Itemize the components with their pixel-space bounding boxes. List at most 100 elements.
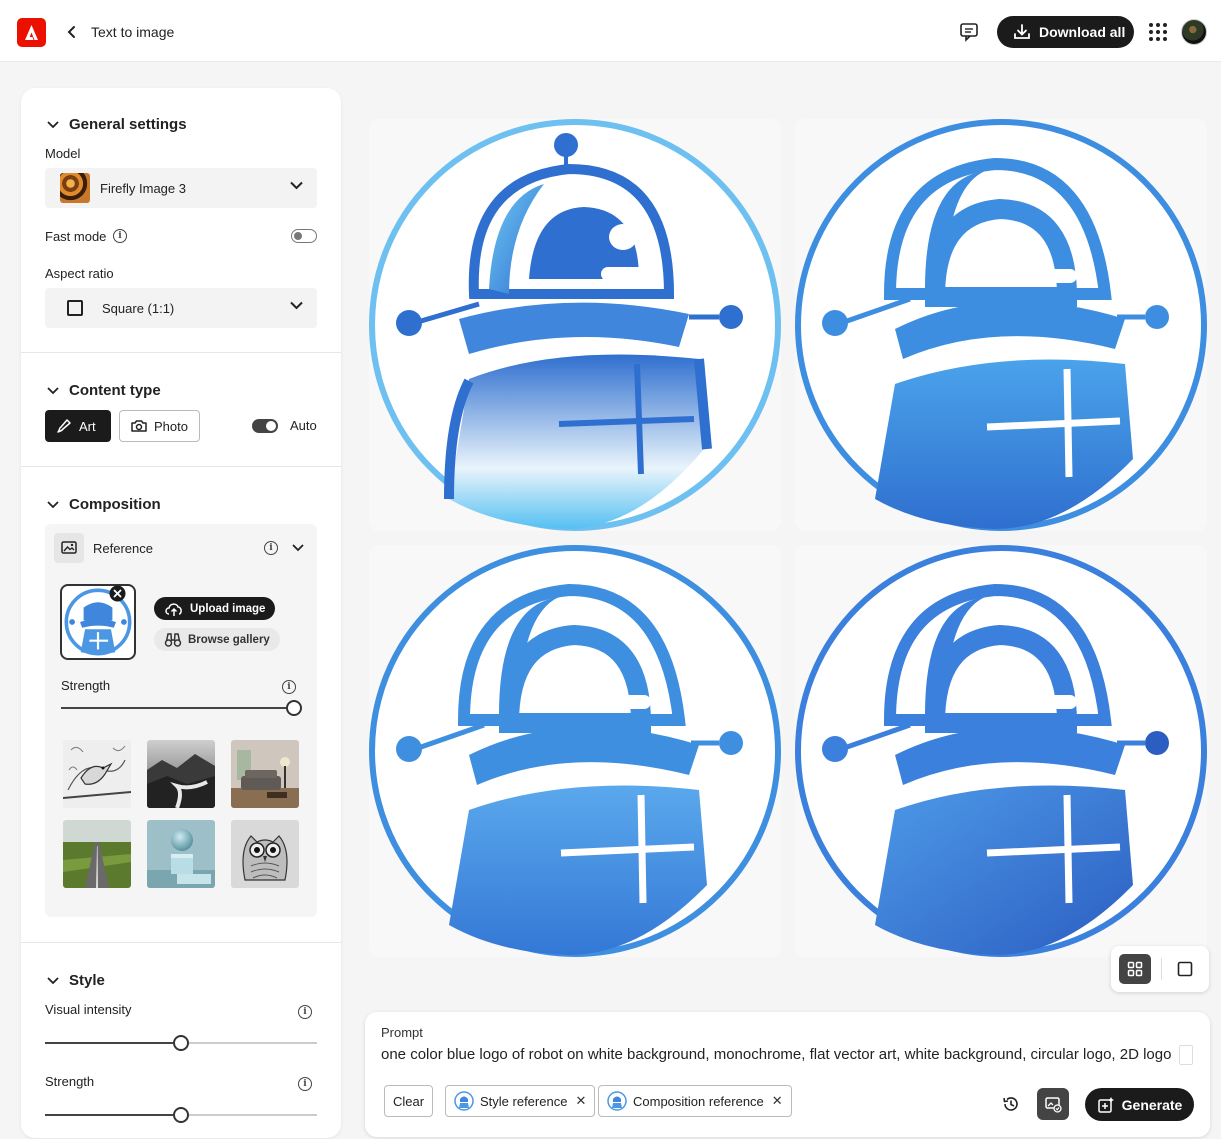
style-reference-chip[interactable]: Style reference ✕	[445, 1085, 596, 1117]
composition-strength-label: Strength	[61, 678, 111, 693]
composition-strength-slider[interactable]	[61, 700, 302, 716]
generated-image-2[interactable]	[795, 119, 1207, 531]
aspect-ratio-label: Aspect ratio	[45, 266, 114, 281]
chevron-down-icon	[47, 976, 59, 984]
divider	[21, 352, 341, 353]
download-all-label: Download all	[1039, 24, 1126, 40]
visual-intensity-slider[interactable]	[45, 1035, 317, 1051]
style-strength-slider[interactable]	[45, 1107, 317, 1123]
back-chevron-icon[interactable]	[62, 21, 82, 43]
gallery-thumb-bird-sketch[interactable]	[63, 740, 131, 808]
reference-image-icon	[54, 533, 84, 563]
prompt-scrollbar[interactable]	[1179, 1045, 1193, 1065]
single-view-icon[interactable]	[1177, 961, 1193, 977]
divider	[21, 466, 341, 467]
image-reference-icon	[1045, 1097, 1062, 1113]
gallery-thumb-sphere-cube[interactable]	[147, 820, 215, 888]
aspect-ratio-picker[interactable]: Square (1:1)	[45, 288, 317, 328]
browse-gallery-button[interactable]: Browse gallery	[154, 628, 280, 651]
composition-reference-chip[interactable]: Composition reference ✕	[598, 1085, 792, 1117]
upload-image-label: Upload image	[190, 602, 266, 615]
chevron-down-icon	[47, 500, 59, 508]
binoculars-icon	[164, 632, 182, 647]
art-label: Art	[79, 418, 96, 434]
composition-reference-thumb-icon	[607, 1091, 627, 1111]
gallery-thumb-owl-sketch[interactable]	[231, 820, 299, 888]
gallery-thumb-country-road[interactable]	[63, 820, 131, 888]
app-switcher-icon[interactable]	[1147, 21, 1169, 43]
model-value: Firefly Image 3	[100, 180, 186, 196]
auto-toggle[interactable]	[252, 419, 278, 433]
top-bar: Text to image Download all	[0, 0, 1221, 62]
composition-heading: Composition	[69, 496, 161, 513]
history-icon[interactable]	[1001, 1094, 1021, 1114]
page-title: Text to image	[91, 24, 175, 40]
generate-button[interactable]: Generate	[1085, 1088, 1194, 1121]
reference-toggle-button[interactable]	[1037, 1088, 1069, 1120]
info-icon[interactable]: i	[298, 1077, 312, 1091]
slider-thumb[interactable]	[173, 1035, 189, 1051]
user-avatar[interactable]	[1181, 19, 1207, 45]
brush-icon	[57, 419, 71, 433]
remove-composition-reference-icon[interactable]: ✕	[772, 1093, 783, 1109]
composition-reference-box: Reference i Upload image Browse gallery …	[45, 524, 317, 917]
settings-panel: General settings Model Firefly Image 3 F…	[21, 88, 341, 1138]
photo-label: Photo	[154, 418, 188, 434]
fast-mode-toggle[interactable]	[291, 229, 317, 243]
remove-style-reference-icon[interactable]: ✕	[575, 1093, 586, 1109]
style-toggle[interactable]: Style	[47, 972, 105, 989]
art-button[interactable]: Art	[45, 410, 111, 442]
prompt-panel: Prompt one color blue logo of robot on w…	[365, 1012, 1210, 1137]
general-settings-toggle[interactable]: General settings	[47, 116, 187, 133]
info-icon[interactable]: i	[113, 229, 127, 243]
style-heading: Style	[69, 972, 105, 989]
generated-image-1[interactable]	[369, 119, 781, 531]
remove-reference-icon[interactable]	[109, 585, 126, 602]
model-picker[interactable]: Firefly Image 3	[45, 168, 317, 208]
chevron-down-icon	[290, 301, 303, 310]
browse-gallery-label: Browse gallery	[188, 633, 270, 646]
gallery-thumb-misty-river[interactable]	[147, 740, 215, 808]
generated-image-3[interactable]	[369, 545, 781, 957]
auto-label: Auto	[290, 418, 317, 433]
cloud-upload-icon	[165, 602, 182, 616]
visual-intensity-label: Visual intensity	[45, 1002, 132, 1017]
info-icon[interactable]: i	[264, 541, 278, 555]
style-reference-thumb-icon	[454, 1091, 474, 1111]
divider	[1161, 958, 1162, 980]
generate-label: Generate	[1121, 1096, 1183, 1113]
divider	[21, 942, 341, 943]
view-mode-toggle	[1111, 946, 1209, 992]
clear-label: Clear	[393, 1093, 425, 1109]
aspect-ratio-value: Square (1:1)	[102, 300, 175, 316]
prompt-input[interactable]: one color blue logo of robot on white ba…	[381, 1046, 1171, 1063]
content-type-toggle[interactable]: Content type	[47, 382, 161, 399]
style-strength-label: Strength	[45, 1074, 95, 1089]
clear-button[interactable]: Clear	[384, 1085, 434, 1117]
generate-sparkle-icon	[1097, 1096, 1114, 1113]
feedback-icon[interactable]	[957, 21, 981, 43]
photo-button[interactable]: Photo	[119, 410, 200, 442]
grid-icon	[1127, 961, 1143, 977]
grid-view-button[interactable]	[1119, 954, 1151, 984]
adobe-logo-icon[interactable]	[17, 18, 46, 47]
model-thumbnail	[60, 173, 90, 203]
square-icon	[67, 300, 83, 316]
slider-fill	[45, 1042, 173, 1044]
upload-image-button[interactable]: Upload image	[154, 597, 276, 620]
gallery-thumb-living-room[interactable]	[231, 740, 299, 808]
chevron-down-icon	[47, 386, 59, 394]
chevron-down-icon[interactable]	[292, 544, 304, 552]
slider-fill	[45, 1114, 173, 1116]
prompt-label: Prompt	[381, 1025, 423, 1040]
slider-fill	[61, 707, 286, 709]
composition-reference-label: Composition reference	[633, 1093, 764, 1109]
generated-image-4[interactable]	[795, 545, 1207, 957]
slider-thumb[interactable]	[173, 1107, 189, 1123]
download-all-button[interactable]: Download all	[997, 16, 1134, 48]
general-settings-heading: General settings	[69, 116, 187, 133]
slider-thumb[interactable]	[286, 700, 302, 716]
composition-toggle[interactable]: Composition	[47, 496, 161, 513]
info-icon[interactable]: i	[282, 680, 296, 694]
info-icon[interactable]: i	[298, 1005, 312, 1019]
